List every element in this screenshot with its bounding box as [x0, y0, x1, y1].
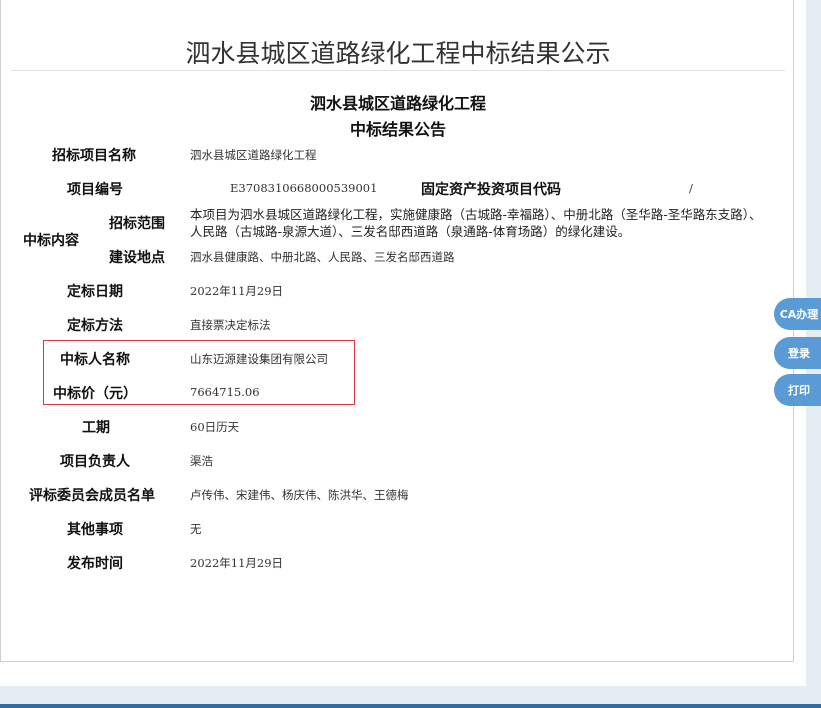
decision-date-label: 定标日期: [67, 284, 123, 300]
decision-date-value: 2022年11月29日: [190, 284, 284, 298]
page-title: 泗水县城区道路绿化工程中标结果公示: [185, 39, 611, 68]
publish-label: 发布时间: [67, 556, 123, 572]
footer-band: [0, 686, 821, 704]
publish-value: 2022年11月29日: [190, 556, 284, 570]
fixed-asset-code-label: 固定资产投资项目代码: [421, 182, 561, 198]
manager-label: 项目负责人: [60, 454, 130, 470]
project-name-label: 招标项目名称: [52, 148, 136, 164]
ca-service-button[interactable]: CA办理: [774, 298, 821, 330]
period-value: 60日历天: [190, 420, 240, 434]
manager-value: 渠浩: [190, 454, 213, 468]
project-code-value: E3708310668000539001: [230, 181, 378, 195]
notice-heading-line2: 中标结果公告: [349, 120, 446, 139]
content-panel: 泗水县城区道路绿化工程中标结果公示 泗水县城区道路绿化工程 中标结果公告 招标项…: [0, 0, 794, 662]
decision-method-label: 定标方法: [67, 318, 123, 334]
bid-scope-value: 本项目为泗水县城区道路绿化工程，实施健康路（古城路-幸福路）、中册北路（圣华路-…: [190, 207, 762, 239]
fixed-asset-code-value: /: [689, 181, 693, 195]
bid-scope-label: 招标范围: [109, 216, 165, 232]
price-label: 中标价（元）: [53, 386, 137, 402]
print-button[interactable]: 打印: [774, 374, 821, 406]
site-label: 建设地点: [109, 250, 165, 266]
bid-content-label: 中标内容: [23, 233, 79, 249]
decision-method-value: 直接票决定标法: [190, 318, 271, 332]
winner-value: 山东迈源建设集团有限公司: [190, 352, 328, 366]
login-button[interactable]: 登录: [774, 337, 821, 369]
footer-bar: [0, 704, 821, 708]
price-value: 7664715.06: [190, 385, 260, 399]
other-label: 其他事项: [67, 522, 123, 538]
other-value: 无: [190, 522, 202, 536]
project-name-value: 泗水县城区道路绿化工程: [190, 148, 317, 162]
site-value: 泗水县健康路、中册北路、人民路、三发名邸西道路: [190, 250, 455, 264]
committee-label: 评标委员会成员名单: [29, 488, 155, 504]
winner-label: 中标人名称: [60, 352, 130, 368]
project-code-label: 项目编号: [67, 182, 123, 198]
title-divider: [11, 70, 785, 71]
committee-value: 卢传伟、宋建伟、杨庆伟、陈洪华、王德梅: [190, 488, 409, 502]
notice-heading-line1: 泗水县城区道路绿化工程: [309, 94, 486, 113]
period-label: 工期: [82, 420, 110, 436]
